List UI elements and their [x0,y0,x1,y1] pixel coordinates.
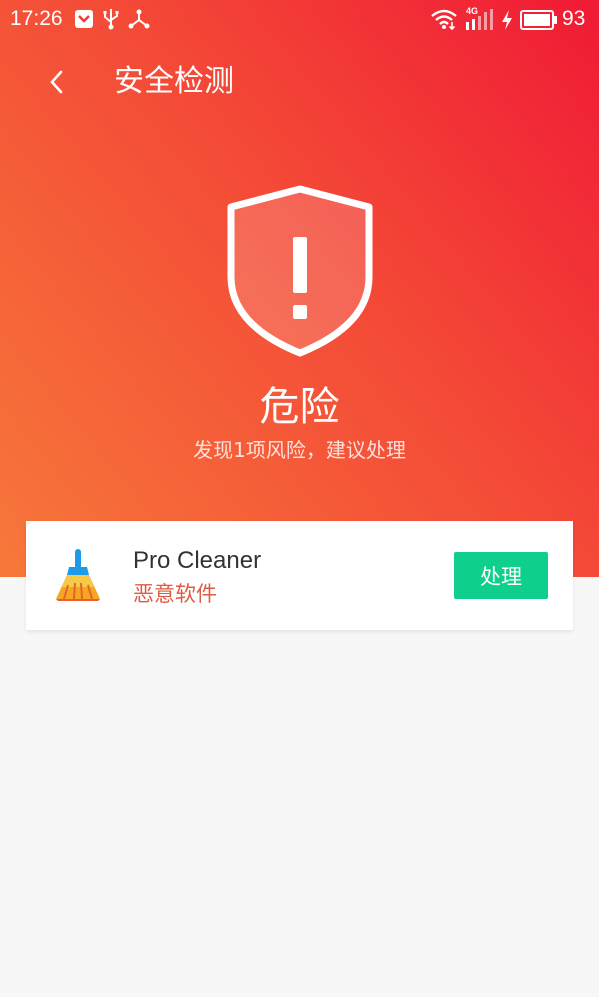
usb-icon [102,8,120,34]
broom-icon [54,547,104,607]
app-name: Pro Cleaner [133,547,262,574]
battery-percentage: 93 [562,7,586,30]
battery-icon [520,10,558,34]
charging-icon [500,9,514,35]
shield-alert-icon [225,185,375,361]
back-button[interactable] [38,62,78,102]
share-icon [128,9,150,33]
wifi-icon [430,8,458,34]
notification-icon [74,9,94,33]
risk-summary: 发现1项风险，建议处理 [193,438,406,462]
risk-type-label: 恶意软件 [133,582,217,606]
risk-item-card: Pro Cleaner 恶意软件 处理 [26,521,573,630]
chevron-left-icon [50,70,63,94]
status-time: 17:26 [10,7,63,30]
page-title: 安全检测 [114,64,234,99]
status-bar: 17:26 4G 93 [0,0,599,40]
network-type-label: 4G [466,6,479,16]
risk-level-heading: 危险 [259,384,340,430]
handle-button[interactable]: 处理 [454,552,548,599]
